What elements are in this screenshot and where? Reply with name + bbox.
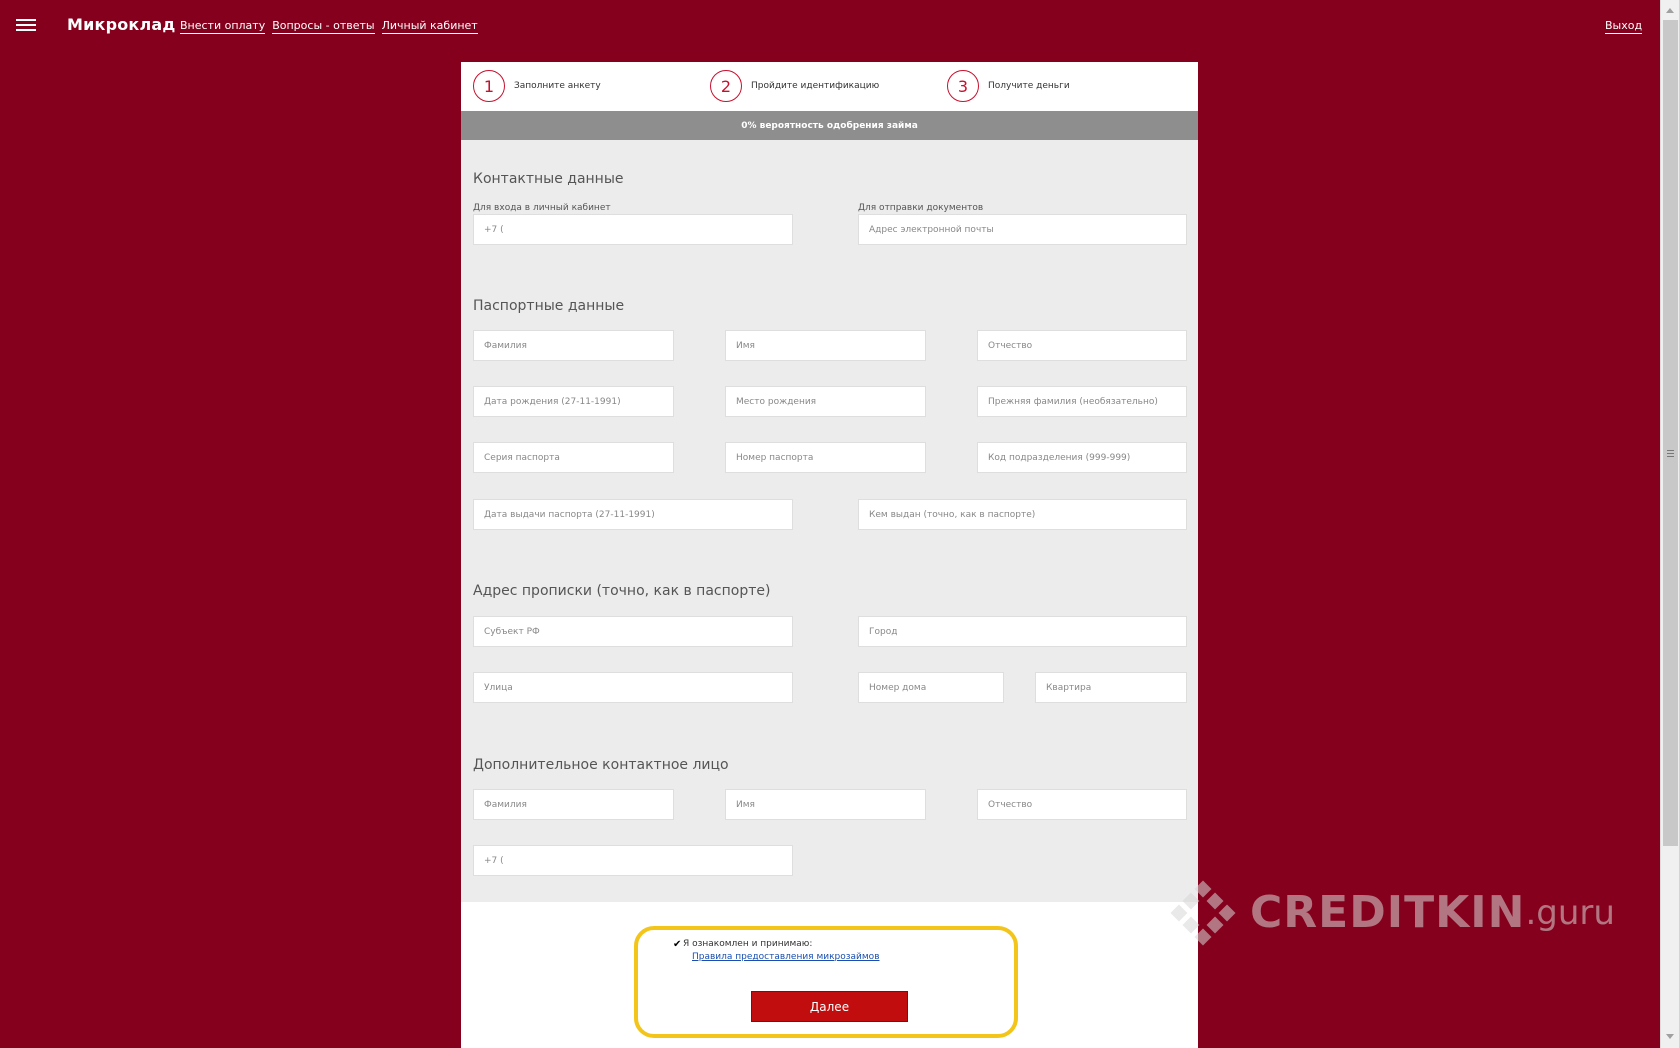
watermark-brand: CREDITKIN — [1250, 887, 1526, 938]
extra-name-input[interactable]: Имя — [725, 789, 926, 820]
passport-number-input[interactable]: Номер паспорта — [725, 442, 926, 473]
email-label: Для отправки документов — [858, 203, 984, 213]
check-icon[interactable]: ✔ — [673, 939, 683, 950]
top-bar: Микроклад Внести оплату Вопросы - ответы… — [0, 0, 1660, 54]
step-label: Заполните анкету — [514, 81, 601, 91]
agreement-checkbox[interactable]: ✔ Я ознакомлен и принимаю: — [673, 939, 812, 950]
nav-item-faq[interactable]: Вопросы - ответы — [272, 19, 375, 34]
scroll-up-icon[interactable] — [1666, 8, 1674, 13]
step-label: Пройдите идентификацию — [751, 81, 880, 91]
prev-surname-input[interactable]: Прежняя фамилия (необязательно) — [977, 386, 1187, 417]
main-nav: Внести оплату Вопросы - ответы Личный ка… — [180, 19, 478, 34]
city-input[interactable]: Город — [858, 616, 1187, 647]
flat-input[interactable]: Квартира — [1035, 672, 1187, 703]
form-footer: ✔ Я ознакомлен и принимаю: Правила предо… — [461, 902, 1198, 1048]
step-label: Получите деньги — [988, 81, 1070, 91]
menu-icon[interactable] — [16, 19, 36, 32]
house-input[interactable]: Номер дома — [858, 672, 1004, 703]
birth-place-input[interactable]: Место рождения — [725, 386, 926, 417]
logout-link[interactable]: Выход — [1605, 19, 1643, 34]
step-2: 2 Пройдите идентификацию — [710, 70, 879, 102]
agreement-text: Я ознакомлен и принимаю: — [683, 939, 813, 949]
application-form: 1 Заполните анкету 2 Пройдите идентифика… — [461, 62, 1198, 1048]
section-title-passport: Паспортные данные — [473, 298, 625, 314]
diamond-logo-icon — [1170, 879, 1236, 946]
step-number: 2 — [710, 70, 742, 102]
region-input[interactable]: Субъект РФ — [473, 616, 793, 647]
name-input[interactable]: Имя — [725, 330, 926, 361]
birth-date-input[interactable]: Дата рождения (27-11-1991) — [473, 386, 674, 417]
extra-surname-input[interactable]: Фамилия — [473, 789, 674, 820]
scroll-thumb[interactable] — [1663, 20, 1678, 846]
step-number: 3 — [947, 70, 979, 102]
scrollbar[interactable] — [1660, 0, 1679, 1048]
watermark: CREDITKIN .guru — [1170, 879, 1615, 946]
section-title-contact: Контактные данные — [473, 171, 624, 187]
surname-input[interactable]: Фамилия — [473, 330, 674, 361]
email-input[interactable]: Адрес электронной почты — [858, 214, 1187, 245]
phone-input[interactable]: +7 ( — [473, 214, 793, 245]
patronymic-input[interactable]: Отчество — [977, 330, 1187, 361]
passport-series-input[interactable]: Серия паспорта — [473, 442, 674, 473]
issue-date-input[interactable]: Дата выдачи паспорта (27-11-1991) — [473, 499, 793, 530]
extra-patronymic-input[interactable]: Отчество — [977, 789, 1187, 820]
watermark-suffix: .guru — [1525, 892, 1615, 933]
issued-by-input[interactable]: Кем выдан (точно, как в паспорте) — [858, 499, 1187, 530]
extra-phone-input[interactable]: +7 ( — [473, 845, 793, 876]
phone-label: Для входа в личный кабинет — [473, 203, 611, 213]
scroll-down-icon[interactable] — [1666, 1034, 1674, 1039]
nav-item-payment[interactable]: Внести оплату — [180, 19, 266, 34]
logo[interactable]: Микроклад — [67, 15, 176, 34]
section-title-address: Адрес прописки (точно, как в паспорте) — [473, 583, 771, 599]
approval-probability-bar: 0% вероятность одобрения займа — [461, 111, 1198, 140]
grip-icon — [1667, 450, 1674, 459]
nav-item-account[interactable]: Личный кабинет — [381, 19, 478, 34]
step-1: 1 Заполните анкету — [473, 70, 601, 102]
street-input[interactable]: Улица — [473, 672, 793, 703]
step-number: 1 — [473, 70, 505, 102]
dept-code-input[interactable]: Код подразделения (999-999) — [977, 442, 1187, 473]
steps-bar: 1 Заполните анкету 2 Пройдите идентифика… — [461, 62, 1198, 111]
rules-link[interactable]: Правила предоставления микрозаймов — [692, 952, 880, 962]
section-title-extra-contact: Дополнительное контактное лицо — [473, 757, 729, 773]
next-button[interactable]: Далее — [751, 991, 908, 1022]
step-3: 3 Получите деньги — [947, 70, 1070, 102]
